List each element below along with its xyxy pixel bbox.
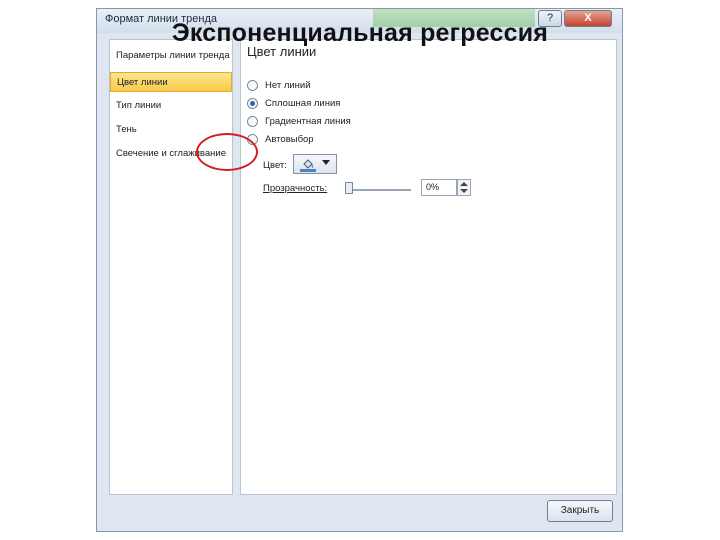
radio-no-line[interactable] [247,80,258,91]
chevron-down-icon [322,160,330,165]
format-trendline-dialog: Формат линии тренда ? X Параметры линии … [96,8,623,532]
option-label: Градиентная линия [265,116,351,127]
radio-solid-line[interactable] [247,98,258,109]
highlight-ring [196,133,258,171]
spin-down-icon[interactable] [460,188,468,194]
category-list: Параметры линии тренда Цвет линии Тип ли… [109,39,233,495]
slide-title: Экспоненциальная регрессия [171,19,549,47]
transparency-spinner[interactable] [457,179,471,196]
spin-up-icon[interactable] [460,181,468,187]
transparency-label: Прозрачность: [263,183,328,194]
transparency-slider-track[interactable] [347,189,411,191]
option-label: Сплошная линия [265,98,341,109]
nav-item-line-style[interactable]: Тип линии [110,96,232,116]
color-picker-button[interactable] [293,154,337,174]
option-label: Нет линий [265,80,311,91]
line-color-panel: Цвет линии Нет линий Сплошная линия Град… [240,39,617,495]
color-swatch [300,169,316,172]
option-label: Автовыбор [265,134,314,145]
transparency-slider-thumb[interactable] [345,182,353,194]
transparency-input[interactable]: 0% [421,179,457,196]
nav-item-line-color[interactable]: Цвет линии [110,72,232,92]
radio-gradient-line[interactable] [247,116,258,127]
close-button[interactable]: Закрыть [547,500,613,522]
color-label: Цвет: [263,160,287,171]
